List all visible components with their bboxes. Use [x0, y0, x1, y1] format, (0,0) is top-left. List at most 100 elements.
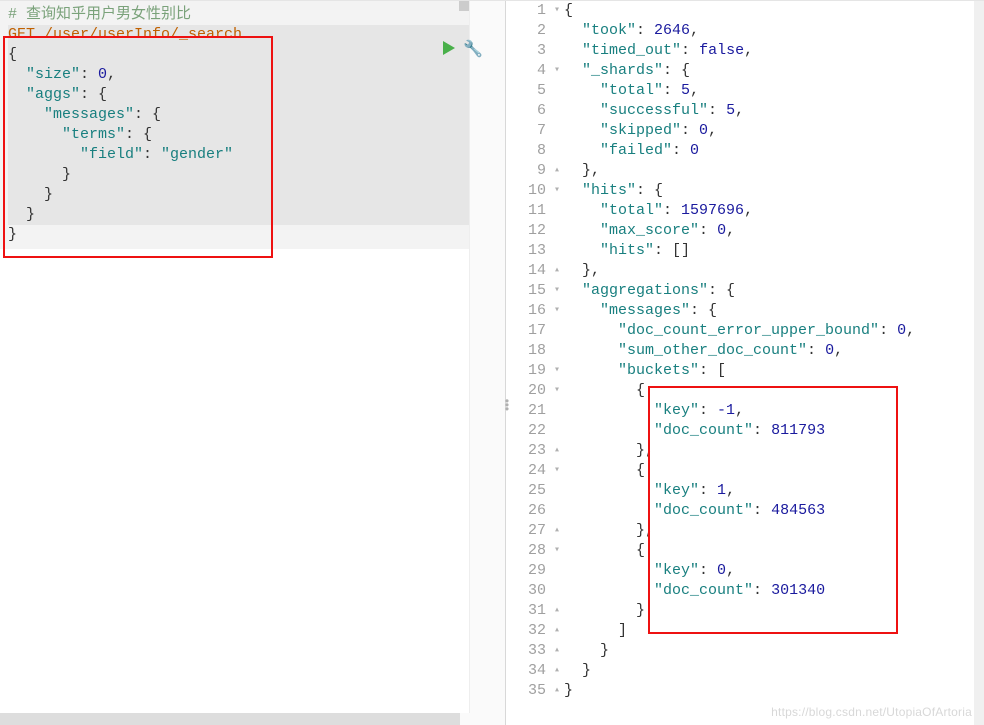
scrollbar-thumb[interactable]: [0, 713, 460, 725]
line-number: 31: [506, 601, 550, 621]
editor-gutter: [469, 1, 505, 725]
code-line[interactable]: "field": "gender": [8, 145, 505, 165]
fold-toggle-icon[interactable]: ▴: [550, 621, 564, 641]
response-line: 2 "took": 2646,: [506, 21, 984, 41]
line-number: 17: [506, 321, 550, 341]
response-pane[interactable]: 1▾{2 "took": 2646,3 "timed_out": false,4…: [506, 1, 984, 725]
code-line[interactable]: }: [8, 205, 505, 225]
code-text: "doc_count": 301340: [564, 581, 825, 601]
fold-toggle-icon[interactable]: ▴: [550, 441, 564, 461]
line-number: 28: [506, 541, 550, 561]
run-request-icon[interactable]: [443, 41, 455, 55]
response-viewer[interactable]: 1▾{2 "took": 2646,3 "timed_out": false,4…: [506, 1, 984, 701]
line-number: 35: [506, 681, 550, 701]
line-number: 15: [506, 281, 550, 301]
request-editor-pane[interactable]: # 查询知乎用户男女性别比GET /user/userInfo/_search{…: [0, 1, 506, 725]
line-number: 34: [506, 661, 550, 681]
response-line: 4▾ "_shards": {: [506, 61, 984, 81]
fold-toggle-icon[interactable]: ▴: [550, 641, 564, 661]
fold-toggle-icon[interactable]: ▾: [550, 381, 564, 401]
line-number: 30: [506, 581, 550, 601]
fold-toggle-icon[interactable]: [550, 421, 564, 441]
fold-toggle-icon[interactable]: [550, 221, 564, 241]
fold-toggle-icon[interactable]: ▴: [550, 681, 564, 701]
fold-toggle-icon[interactable]: [550, 101, 564, 121]
fold-toggle-icon[interactable]: ▾: [550, 361, 564, 381]
code-text: "doc_count": 811793: [564, 421, 825, 441]
fold-toggle-icon[interactable]: ▴: [550, 521, 564, 541]
response-line: 24▾ {: [506, 461, 984, 481]
line-number: 10: [506, 181, 550, 201]
fold-toggle-icon[interactable]: [550, 81, 564, 101]
code-text: },: [564, 521, 654, 541]
fold-toggle-icon[interactable]: ▾: [550, 461, 564, 481]
code-text: "failed": 0: [564, 141, 699, 161]
response-line: 23▴ },: [506, 441, 984, 461]
code-text: "aggregations": {: [564, 281, 735, 301]
response-line: 6 "successful": 5,: [506, 101, 984, 121]
response-scrollbar[interactable]: [974, 1, 984, 725]
fold-toggle-icon[interactable]: ▾: [550, 281, 564, 301]
code-text: ]: [564, 621, 627, 641]
response-line: 11 "total": 1597696,: [506, 201, 984, 221]
code-line[interactable]: "aggs": {: [8, 85, 505, 105]
code-line[interactable]: {: [8, 45, 505, 65]
code-line[interactable]: }: [8, 185, 505, 205]
editor-scrollbar-vertical[interactable]: [459, 1, 469, 706]
fold-toggle-icon[interactable]: ▴: [550, 261, 564, 281]
line-number: 27: [506, 521, 550, 541]
line-number: 24: [506, 461, 550, 481]
response-line: 21 "key": -1,: [506, 401, 984, 421]
editor-scrollbar-horizontal[interactable]: [0, 713, 470, 725]
fold-toggle-icon[interactable]: [550, 41, 564, 61]
response-line: 32▴ ]: [506, 621, 984, 641]
line-number: 19: [506, 361, 550, 381]
code-line[interactable]: }: [8, 225, 505, 245]
fold-toggle-icon[interactable]: ▴: [550, 601, 564, 621]
code-line[interactable]: "messages": {: [8, 105, 505, 125]
fold-toggle-icon[interactable]: [550, 241, 564, 261]
fold-toggle-icon[interactable]: [550, 341, 564, 361]
code-line[interactable]: "terms": {: [8, 125, 505, 145]
code-text: "_shards": {: [564, 61, 690, 81]
fold-toggle-icon[interactable]: [550, 401, 564, 421]
response-line: 17 "doc_count_error_upper_bound": 0,: [506, 321, 984, 341]
fold-toggle-icon[interactable]: [550, 201, 564, 221]
line-number: 29: [506, 561, 550, 581]
line-number: 26: [506, 501, 550, 521]
line-number: 9: [506, 161, 550, 181]
fold-toggle-icon[interactable]: [550, 481, 564, 501]
fold-toggle-icon[interactable]: [550, 581, 564, 601]
fold-toggle-icon[interactable]: ▾: [550, 541, 564, 561]
line-number: 22: [506, 421, 550, 441]
line-number: 12: [506, 221, 550, 241]
fold-toggle-icon[interactable]: ▾: [550, 301, 564, 321]
fold-toggle-icon[interactable]: [550, 21, 564, 41]
code-text: },: [564, 161, 600, 181]
comment-line: # 查询知乎用户男女性别比: [8, 5, 505, 25]
response-line: 5 "total": 5,: [506, 81, 984, 101]
fold-toggle-icon[interactable]: ▴: [550, 661, 564, 681]
code-text: },: [564, 441, 654, 461]
fold-toggle-icon[interactable]: [550, 121, 564, 141]
code-text: "hits": []: [564, 241, 690, 261]
fold-toggle-icon[interactable]: ▾: [550, 61, 564, 81]
request-line[interactable]: GET /user/userInfo/_search: [8, 25, 505, 45]
fold-toggle-icon[interactable]: [550, 501, 564, 521]
fold-toggle-icon[interactable]: ▾: [550, 1, 564, 21]
fold-toggle-icon[interactable]: ▾: [550, 181, 564, 201]
scrollbar-thumb[interactable]: [459, 1, 469, 11]
response-line: 30 "doc_count": 301340: [506, 581, 984, 601]
code-text: "successful": 5,: [564, 101, 744, 121]
fold-toggle-icon[interactable]: [550, 321, 564, 341]
fold-toggle-icon[interactable]: [550, 561, 564, 581]
request-editor[interactable]: # 查询知乎用户男女性别比GET /user/userInfo/_search{…: [0, 1, 505, 249]
line-number: 14: [506, 261, 550, 281]
fold-toggle-icon[interactable]: ▴: [550, 161, 564, 181]
code-line[interactable]: "size": 0,: [8, 65, 505, 85]
line-number: 8: [506, 141, 550, 161]
pane-resize-handle[interactable]: •••: [499, 400, 513, 412]
code-line[interactable]: }: [8, 165, 505, 185]
fold-toggle-icon[interactable]: [550, 141, 564, 161]
code-text: "total": 1597696,: [564, 201, 753, 221]
